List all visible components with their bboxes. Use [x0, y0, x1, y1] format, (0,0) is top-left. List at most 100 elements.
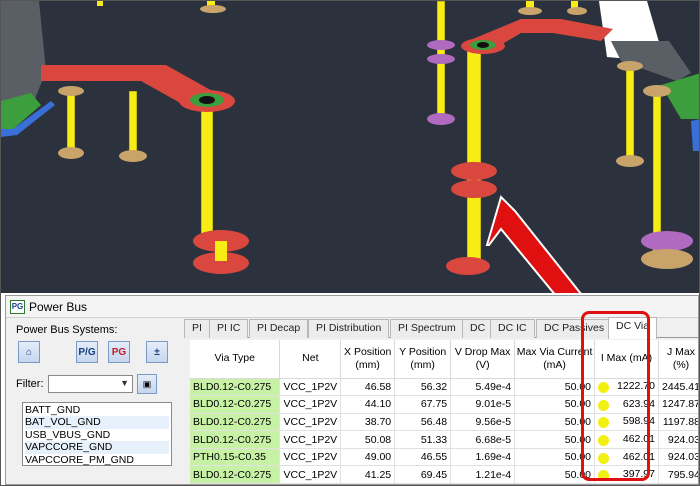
cell-net: VCC_1P2V — [279, 378, 342, 397]
filter-label: Filter: — [16, 378, 44, 390]
cell-v-drop-max: 9.56e-5 — [450, 413, 516, 432]
cell-v-drop-max: 9.01e-5 — [450, 395, 516, 414]
results-pane: PI PI IC PI Decap PI Distribution PI Spe… — [184, 317, 698, 484]
tab-pi-distribution[interactable]: PI Distribution — [308, 319, 390, 338]
cell-via-type: BLD0.12-C0.275 — [190, 395, 281, 414]
cell-x-position: 41.25 — [340, 465, 396, 484]
i-max-value: 598.94 — [622, 415, 655, 428]
column-header-x-position[interactable]: X Position (mm) — [340, 340, 396, 379]
tab-dc-ic[interactable]: DC IC — [490, 319, 535, 338]
plus-minus-button[interactable]: ± — [146, 341, 168, 363]
column-header-j-max[interactable]: J Max (%) — [658, 340, 698, 379]
tab-pi-decap[interactable]: PI Decap — [249, 319, 309, 338]
list-item[interactable]: BAT_VOL_GND — [25, 416, 169, 429]
pcb-3d-scene — [1, 1, 699, 293]
i-max-value: 1222.70 — [617, 380, 655, 393]
pg-red-icon: PG — [111, 346, 127, 358]
vias — [58, 1, 699, 275]
list-item[interactable]: BATT_GND — [25, 404, 169, 416]
pcb-3d-viewport[interactable] — [1, 1, 699, 293]
cell-i-max: 1222.70 — [594, 378, 659, 397]
cell-j-max: 795.94 — [658, 465, 698, 484]
power-bus-systems-label: Power Bus Systems: — [16, 324, 118, 336]
i-max-value: 397.97 — [622, 468, 655, 481]
board-layer-right-blue — [691, 119, 699, 151]
i-max-value: 462.01 — [622, 433, 655, 446]
list-item[interactable]: VAPCCORE_PM_GND — [25, 454, 169, 466]
column-header-net[interactable]: Net — [279, 340, 342, 379]
cell-max-via-current: 50.00 — [514, 395, 596, 414]
cell-y-position: 69.45 — [394, 465, 452, 484]
column-header-max-via-current[interactable]: Max Via Current (mA) — [514, 340, 596, 379]
cell-v-drop-max: 1.69e-4 — [450, 448, 516, 467]
list-item[interactable]: USB_VBUS_GND — [25, 429, 169, 441]
table-row[interactable]: BLD0.12-C0.275 VCC_1P2V 41.25 69.45 1.21… — [190, 465, 698, 484]
tab-dc[interactable]: DC — [462, 319, 494, 338]
cell-max-via-current: 50.00 — [514, 378, 596, 397]
cell-via-type: BLD0.12-C0.275 — [190, 413, 281, 432]
cell-i-max: 598.94 — [594, 413, 659, 432]
table-header-row: Via Type Net X Position (mm) Y Position … — [190, 340, 698, 379]
cell-i-max: 462.01 — [594, 430, 659, 449]
cell-v-drop-max: 6.68e-5 — [450, 430, 516, 449]
list-item[interactable]: VAPCCORE_GND — [25, 441, 169, 454]
cell-j-max: 1197.88 — [658, 413, 698, 432]
table-row[interactable]: BLD0.12-C0.275 VCC_1P2V 46.58 56.32 5.49… — [190, 378, 698, 397]
home-icon: ⌂ — [25, 346, 33, 358]
table-row[interactable]: BLD0.12-C0.275 VCC_1P2V 38.70 56.48 9.56… — [190, 413, 698, 432]
filter-icon: ▣ — [142, 378, 152, 389]
table-row[interactable]: BLD0.12-C0.275 VCC_1P2V 50.08 51.33 6.68… — [190, 430, 698, 449]
cell-via-type: PTH0.15-C0.35 — [190, 448, 281, 467]
cell-j-max: 1247.87 — [658, 395, 698, 414]
cell-y-position: 51.33 — [394, 430, 452, 449]
status-dot-icon — [598, 435, 610, 447]
home-button[interactable]: ⌂ — [18, 341, 40, 363]
cell-net: VCC_1P2V — [279, 465, 342, 484]
cell-i-max: 397.97 — [594, 465, 659, 484]
pg-button[interactable]: P/G — [76, 341, 98, 363]
cell-via-type: BLD0.12-C0.275 — [190, 378, 281, 397]
cell-net: VCC_1P2V — [279, 413, 342, 432]
cell-j-max: 2445.41 — [658, 378, 698, 397]
cell-x-position: 38.70 — [340, 413, 396, 432]
cell-y-position: 67.75 — [394, 395, 452, 414]
filter-options-button[interactable]: ▣ — [137, 374, 157, 394]
status-dot-icon — [598, 470, 610, 482]
cell-v-drop-max: 5.49e-4 — [450, 378, 516, 397]
status-dot-icon — [598, 452, 610, 464]
cell-x-position: 49.00 — [340, 448, 396, 467]
cell-max-via-current: 50.00 — [514, 430, 596, 449]
tab-pi-spectrum[interactable]: PI Spectrum — [390, 319, 464, 338]
power-bus-panel: PG Power Bus Power Bus Systems: ⌂ P/G PG… — [5, 295, 699, 485]
tab-pi[interactable]: PI — [184, 319, 210, 338]
cell-max-via-current: 50.00 — [514, 465, 596, 484]
cell-max-via-current: 50.00 — [514, 448, 596, 467]
table-row[interactable]: BLD0.12-C0.275 VCC_1P2V 44.10 67.75 9.01… — [190, 395, 698, 414]
i-max-value: 462.01 — [622, 450, 655, 463]
column-header-i-max[interactable]: I Max (mA) — [594, 340, 659, 379]
power-bus-systems-list[interactable]: BATT_GND BAT_VOL_GND USB_VBUS_GND VAPCCO… — [22, 402, 172, 466]
cell-max-via-current: 50.00 — [514, 413, 596, 432]
component-body-right-dark — [611, 41, 691, 81]
cell-x-position: 44.10 — [340, 395, 396, 414]
cell-i-max: 623.94 — [594, 395, 659, 414]
column-header-y-position[interactable]: Y Position (mm) — [394, 340, 452, 379]
tab-dc-via[interactable]: DC Via — [608, 317, 658, 339]
cell-y-position: 56.48 — [394, 413, 452, 432]
filter-dropdown[interactable]: ▼ — [48, 375, 133, 393]
dc-via-table: Via Type Net X Position (mm) Y Position … — [190, 340, 698, 484]
column-header-via-type[interactable]: Via Type — [190, 340, 281, 379]
status-dot-icon — [598, 399, 610, 411]
panel-title: Power Bus — [29, 299, 88, 314]
tab-pi-ic[interactable]: PI IC — [209, 319, 249, 338]
table-row[interactable]: PTH0.15-C0.35 VCC_1P2V 49.00 46.55 1.69e… — [190, 448, 698, 467]
tab-dc-passives[interactable]: DC Passives — [536, 319, 613, 338]
cell-x-position: 46.58 — [340, 378, 396, 397]
cell-j-max: 924.03 — [658, 448, 698, 467]
cell-y-position: 46.55 — [394, 448, 452, 467]
pg-red-button[interactable]: PG — [108, 341, 130, 363]
plus-minus-icon: ± — [154, 346, 160, 358]
tab-bar: PI PI IC PI Decap PI Distribution PI Spe… — [184, 317, 698, 339]
column-header-v-drop-max[interactable]: V Drop Max (V) — [450, 340, 516, 379]
pg-logo-icon: PG — [10, 299, 25, 314]
